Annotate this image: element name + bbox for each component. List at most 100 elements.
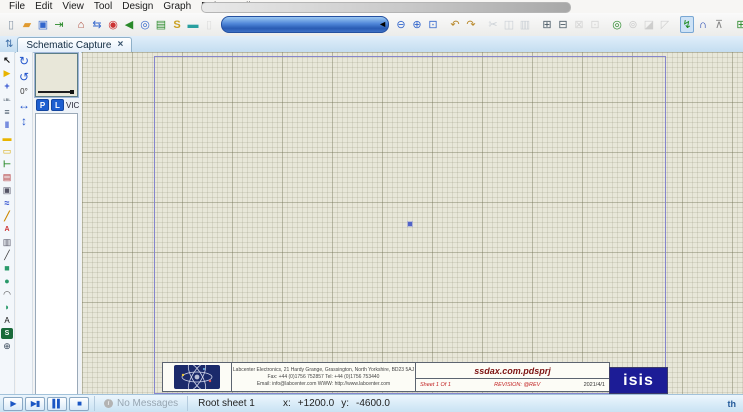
make-device-icon[interactable]: ⊚ <box>626 16 640 33</box>
cut-icon[interactable]: ✂ <box>486 16 500 33</box>
redo-icon[interactable]: ↷ <box>464 16 478 33</box>
rotate-clockwise-icon[interactable]: ↻ <box>19 55 29 68</box>
tab-schematic-capture[interactable]: Schematic Capture × <box>17 37 132 52</box>
library-manager-button[interactable]: L <box>51 99 64 111</box>
overview-minimap[interactable] <box>35 53 78 97</box>
menu-graph[interactable]: Graph <box>158 0 196 13</box>
zoom-center-icon[interactable]: ⇆ <box>90 16 104 33</box>
home-icon[interactable]: ⌂ <box>74 16 88 33</box>
bus-mode-icon[interactable]: ‖ <box>1 120 13 131</box>
zoom-in-icon[interactable]: ⊕ <box>410 16 424 33</box>
play-button[interactable]: ▶ <box>3 397 23 411</box>
pick-devices-button[interactable]: P <box>36 99 49 111</box>
stop-button[interactable]: ■ <box>69 397 89 411</box>
block-move-icon[interactable]: ⊟ <box>556 16 570 33</box>
slider-arrow-icon: ◄ <box>378 20 387 29</box>
bom-icon[interactable]: ▤ <box>154 16 168 33</box>
path-2d-icon[interactable]: ◗ <box>1 302 13 313</box>
subcircuit-mode-icon[interactable]: ▬ <box>1 133 13 144</box>
main-toolbar: ▯▰▣⇥⌂⇆◉◀◎▤S▬▯ ◄ ⊖⊕⊡↶↷✂◫▥⊞⊟⊠⊡◎⊚◪◸↯∩⊼⊞×▨◱ <box>0 13 743 37</box>
x-value: +1200.0 <box>298 398 334 409</box>
symbol-2d-icon[interactable]: S <box>1 328 13 339</box>
graph-mode-icon[interactable]: ▤ <box>1 172 13 183</box>
find-icon[interactable]: ◎ <box>138 16 152 33</box>
new-design-icon[interactable]: ▯ <box>4 16 18 33</box>
block-rotate-icon[interactable]: ⊠ <box>572 16 586 33</box>
junction-mode-icon[interactable]: + <box>1 81 13 92</box>
device-list[interactable] <box>35 113 78 395</box>
labcenter-logo-cell <box>163 363 232 391</box>
wire-autorouter-icon[interactable]: ↯ <box>680 16 694 33</box>
voltage-probe-mode-icon[interactable]: ╱ <box>1 211 13 222</box>
component-mode-icon[interactable]: ▶ <box>1 68 13 79</box>
revision-label: REVISION: @REV <box>494 382 540 388</box>
project-info-cell: ssdax.com.pdsprj Sheet 1 Of 1 REVISION: … <box>416 363 609 391</box>
address-line-2: Fax: +44 (0)1756 752857 Tel: +44 (0)1756… <box>232 374 415 381</box>
pick-parts-icon[interactable]: ◎ <box>610 16 624 33</box>
root-sheet-label: Root sheet 1 <box>188 398 265 409</box>
circle-2d-icon[interactable]: ● <box>1 276 13 287</box>
script-icon[interactable]: S <box>170 16 184 33</box>
message-area[interactable]: i No Messages <box>94 396 188 411</box>
simulation-controls: ▶▶▮▌▌■ <box>0 397 94 411</box>
device-pin-mode-icon[interactable]: ⊢ <box>1 159 13 170</box>
x-label: x: <box>283 398 291 409</box>
menu-view[interactable]: View <box>57 0 89 13</box>
menu-tool[interactable]: Tool <box>89 0 117 13</box>
notes-icon[interactable]: ▬ <box>186 16 200 33</box>
flip-horizontal-icon[interactable]: ↔ <box>18 99 30 112</box>
menu-design[interactable]: Design <box>117 0 158 13</box>
menu-bar-gradient <box>201 2 571 13</box>
decompose-icon[interactable]: ◸ <box>658 16 672 33</box>
open-design-icon[interactable]: ▰ <box>20 16 34 33</box>
step-button[interactable]: ▶▮ <box>25 397 45 411</box>
arc-2d-icon[interactable]: ◠ <box>1 289 13 300</box>
text-2d-icon[interactable]: A <box>1 315 13 326</box>
undo-icon[interactable]: ↶ <box>448 16 462 33</box>
current-probe-mode-icon[interactable]: A <box>1 224 13 235</box>
wire-label-mode-icon[interactable]: LBL <box>1 94 13 105</box>
application-icon[interactable]: ⇅ <box>5 39 13 50</box>
company-address: Labcenter Electronics, 21 Hardy Grange, … <box>232 363 416 391</box>
settings-target-icon[interactable]: ◉ <box>106 16 120 33</box>
pause-button[interactable]: ▌▌ <box>47 397 67 411</box>
selection-mode-icon[interactable]: ↖ <box>1 55 13 66</box>
block-copy-icon[interactable]: ⊞ <box>540 16 554 33</box>
copy-icon[interactable]: ◫ <box>502 16 516 33</box>
tab-close-icon[interactable]: × <box>117 40 123 50</box>
new-sheet-icon[interactable]: ⊞ <box>734 16 743 33</box>
text-script-mode-icon[interactable]: ≡ <box>1 107 13 118</box>
search-tag-icon[interactable]: ∩ <box>696 16 710 33</box>
tab-label: Schematic Capture <box>26 40 111 51</box>
rotate-anticlockwise-icon[interactable]: ↺ <box>19 71 29 84</box>
title-block: Labcenter Electronics, 21 Hardy Grange, … <box>162 362 610 392</box>
zoom-area-icon[interactable]: ⊡ <box>426 16 440 33</box>
cursor-coordinates: x: +1200.0 y: -4600.0 <box>283 398 390 409</box>
terminal-mode-icon[interactable]: ▭ <box>1 146 13 157</box>
block-delete-icon[interactable]: ⊡ <box>588 16 602 33</box>
packaging-tool-icon[interactable]: ◪ <box>642 16 656 33</box>
paste-icon[interactable]: ▥ <box>518 16 532 33</box>
menu-file[interactable]: File <box>4 0 30 13</box>
goto-icon[interactable]: ◀ <box>122 16 136 33</box>
toolbar-slider[interactable]: ◄ <box>221 16 389 33</box>
line-2d-icon[interactable]: ╱ <box>1 250 13 261</box>
save-design-icon[interactable]: ▣ <box>36 16 50 33</box>
box-2d-icon[interactable]: ■ <box>1 263 13 274</box>
generator-mode-icon[interactable]: ≈ <box>1 198 13 209</box>
object-selector: P L VIC <box>34 52 81 395</box>
sheet-number: Sheet 1 Of 1 <box>420 382 451 388</box>
rotation-angle: 0° <box>20 87 28 96</box>
property-assignment-icon[interactable]: ⊼ <box>712 16 726 33</box>
menu-edit[interactable]: Edit <box>30 0 57 13</box>
message-text: No Messages <box>117 398 178 409</box>
menu-bar: FileEditViewToolDesignGraphDebugLibrary <box>0 0 743 13</box>
marker-2d-icon[interactable]: ⊕ <box>1 341 13 352</box>
schematic-canvas[interactable]: Labcenter Electronics, 21 Hardy Grange, … <box>82 52 743 395</box>
flip-vertical-icon[interactable]: ↕ <box>21 115 27 128</box>
zoom-out-icon[interactable]: ⊖ <box>394 16 408 33</box>
virtual-instruments-mode-icon[interactable]: ▥ <box>1 237 13 248</box>
blank-page-icon[interactable]: ▯ <box>202 16 216 33</box>
tape-recorder-mode-icon[interactable]: ▣ <box>1 185 13 196</box>
import-design-icon[interactable]: ⇥ <box>52 16 66 33</box>
